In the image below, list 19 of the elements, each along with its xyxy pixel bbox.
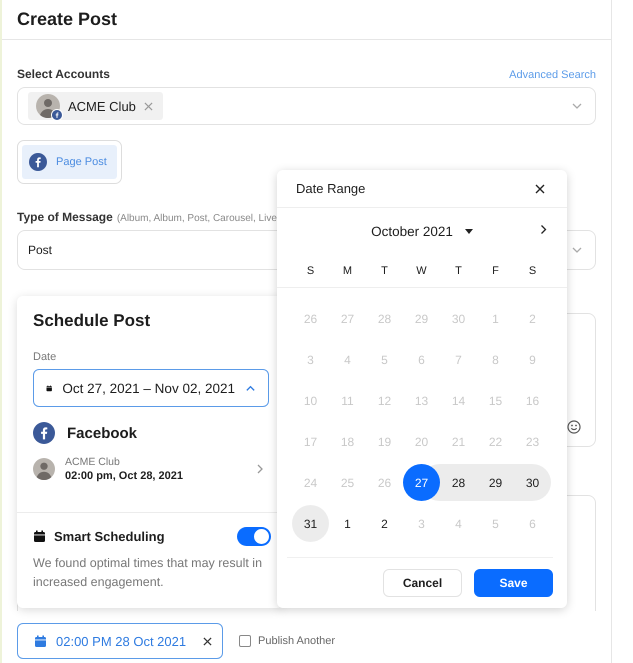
weekday-label: W xyxy=(415,264,428,276)
page-title: Create Post xyxy=(17,9,118,30)
weekday-label: F xyxy=(491,264,500,276)
field-label: Select Accounts xyxy=(17,67,110,81)
popover-title: Date Range xyxy=(296,181,366,196)
weekday-label: S xyxy=(528,264,538,276)
section-description: We found optimal times that may result in increased engagement. xyxy=(33,555,264,591)
network-name: Facebook xyxy=(67,424,138,442)
popover-title: Schedule Post xyxy=(33,311,152,331)
account-name: ACME Club xyxy=(68,98,136,114)
field-label: Type of Message xyxy=(17,210,113,224)
checkbox-label: Publish Another xyxy=(258,635,336,647)
field-hint: (Album, Album, Post, Carousel, Live xyxy=(116,213,277,224)
section-title: Smart Scheduling xyxy=(54,529,165,544)
weekday-label: T xyxy=(380,264,389,276)
weekday-label: S xyxy=(306,264,316,276)
weekday-label: T xyxy=(454,264,463,276)
weekday-label: M xyxy=(342,264,354,276)
field-label: Date xyxy=(33,351,58,363)
